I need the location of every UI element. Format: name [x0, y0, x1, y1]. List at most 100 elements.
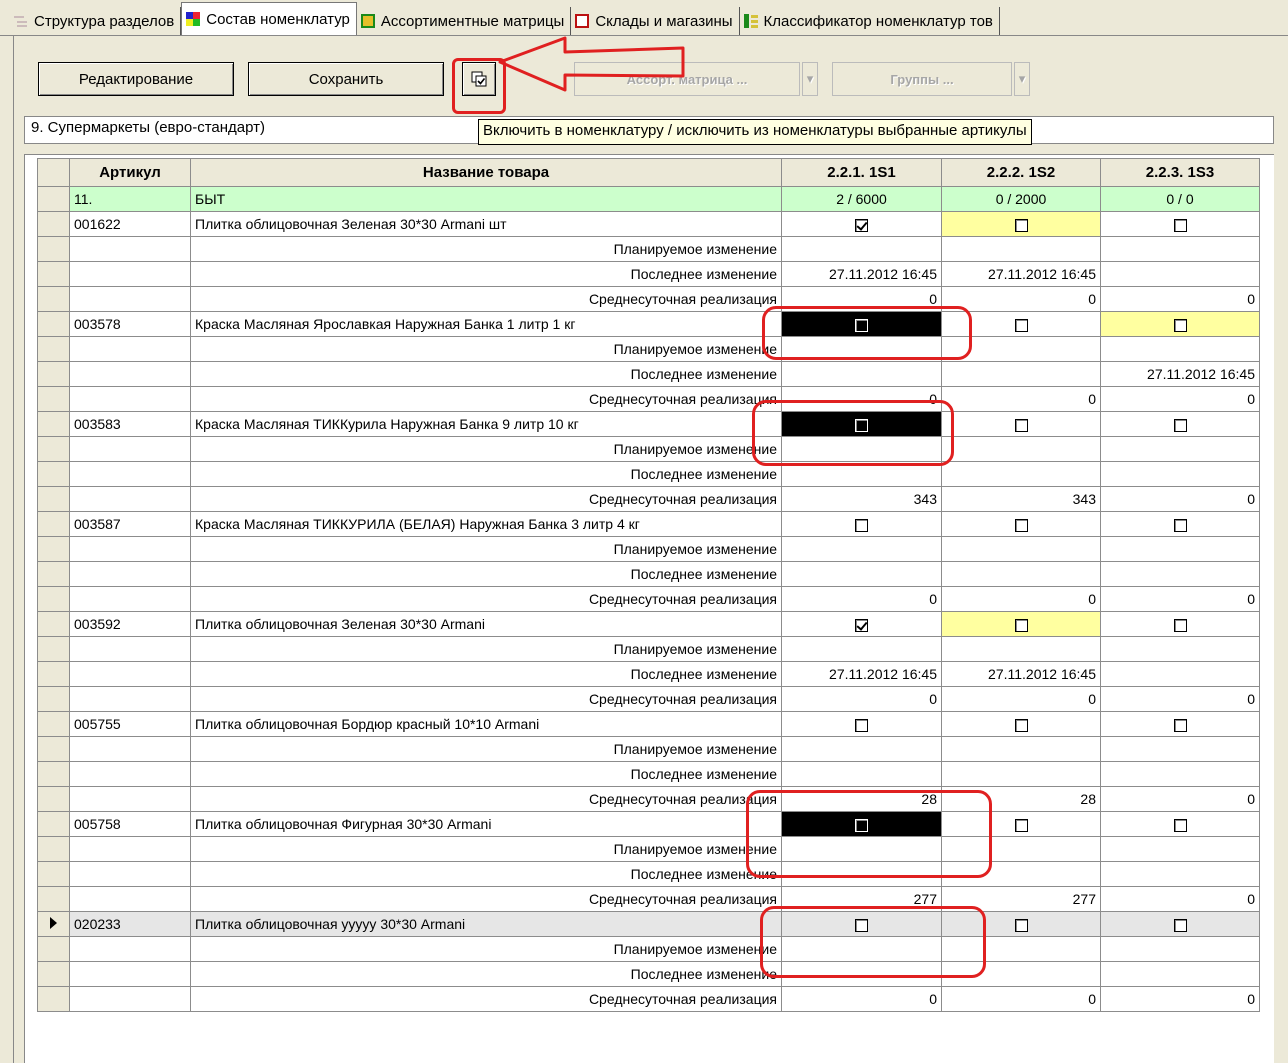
include-checkbox[interactable]: [1173, 518, 1187, 532]
include-cell-store3[interactable]: [1100, 811, 1260, 837]
item-row[interactable]: 001622 Плитка облицовочная Зеленая 30*30 …: [37, 211, 1260, 237]
include-cell-store2[interactable]: [941, 511, 1101, 537]
row-indicator[interactable]: [37, 811, 70, 837]
col-header-code[interactable]: Артикул: [69, 158, 191, 187]
row-indicator[interactable]: [37, 311, 70, 337]
row-indicator[interactable]: [37, 586, 70, 612]
include-checkbox[interactable]: [855, 218, 868, 232]
item-row[interactable]: 003587 Краска Масляная ТИККУРИЛА (БЕЛАЯ) …: [37, 511, 1260, 537]
tab-classifier[interactable]: Классификатор номенклатур тов: [740, 7, 1000, 35]
row-indicator[interactable]: [37, 336, 70, 362]
group-row[interactable]: 11. БЫТ 2 / 6000 0 / 2000 0 / 0: [37, 186, 1260, 212]
include-checkbox[interactable]: [855, 918, 868, 932]
include-checkbox[interactable]: [855, 718, 868, 732]
item-row[interactable]: 005755 Плитка облицовочная Бордюр красный…: [37, 711, 1260, 737]
row-indicator[interactable]: [37, 861, 70, 887]
row-indicator[interactable]: [37, 986, 70, 1012]
item-row[interactable]: 003583 Краска Масляная ТИККурила Наружная…: [37, 411, 1260, 437]
row-indicator[interactable]: [37, 386, 70, 412]
include-cell-store3[interactable]: [1100, 611, 1260, 637]
include-cell-store1[interactable]: [781, 311, 942, 337]
include-cell-store1[interactable]: [781, 711, 942, 737]
include-checkbox[interactable]: [855, 418, 868, 432]
include-checkbox[interactable]: [1173, 418, 1187, 432]
row-indicator[interactable]: [37, 486, 70, 512]
include-checkbox[interactable]: [1173, 918, 1187, 932]
include-checkbox[interactable]: [1014, 718, 1028, 732]
include-checkbox[interactable]: [855, 618, 868, 632]
row-indicator[interactable]: [37, 511, 70, 537]
include-cell-store2[interactable]: [941, 311, 1101, 337]
chevron-down-icon[interactable]: ▾: [802, 62, 818, 96]
include-cell-store2[interactable]: [941, 411, 1101, 437]
item-row[interactable]: 005758 Плитка облицовочная Фигурная 30*30…: [37, 811, 1260, 837]
row-indicator[interactable]: [37, 261, 70, 287]
item-row[interactable]: 020233 Плитка облицовочная ууууу 30*30 Ar…: [37, 911, 1260, 937]
tab-matrix[interactable]: Ассортиментные матрицы: [357, 7, 572, 35]
include-cell-store1[interactable]: [781, 511, 942, 537]
include-cell-store3[interactable]: [1100, 911, 1260, 937]
col-header-name[interactable]: Название товара: [190, 158, 782, 187]
include-checkbox[interactable]: [855, 318, 868, 332]
include-checkbox[interactable]: [1014, 318, 1028, 332]
include-checkbox[interactable]: [1014, 818, 1028, 832]
include-cell-store1[interactable]: [781, 911, 942, 937]
include-checkbox[interactable]: [1014, 918, 1028, 932]
include-checkbox[interactable]: [855, 818, 868, 832]
row-indicator[interactable]: [37, 686, 70, 712]
row-indicator[interactable]: [37, 886, 70, 912]
include-cell-store1[interactable]: [781, 811, 942, 837]
row-indicator[interactable]: [37, 961, 70, 987]
row-indicator[interactable]: [37, 436, 70, 462]
col-header-store1[interactable]: 2.2.1. 1S1: [781, 158, 942, 187]
col-header-store3[interactable]: 2.2.3. 1S3: [1100, 158, 1260, 187]
row-indicator[interactable]: [37, 561, 70, 587]
include-cell-store3[interactable]: [1100, 411, 1260, 437]
row-indicator[interactable]: [37, 236, 70, 262]
row-indicator[interactable]: [37, 211, 70, 237]
include-checkbox[interactable]: [1014, 518, 1028, 532]
include-cell-store2[interactable]: [941, 211, 1101, 237]
edit-button[interactable]: Редактирование: [38, 62, 234, 96]
include-cell-store1[interactable]: [781, 411, 942, 437]
row-indicator[interactable]: [37, 836, 70, 862]
row-indicator[interactable]: [37, 911, 70, 937]
row-indicator[interactable]: [37, 636, 70, 662]
matrix-combo[interactable]: Ассорт. матрица ...: [574, 62, 800, 96]
include-checkbox[interactable]: [1014, 618, 1028, 632]
row-indicator[interactable]: [37, 411, 70, 437]
tab-stores[interactable]: Склады и магазины: [571, 7, 740, 35]
include-checkbox[interactable]: [855, 518, 868, 532]
row-indicator[interactable]: [37, 461, 70, 487]
row-indicator[interactable]: [37, 761, 70, 787]
row-indicator[interactable]: [37, 661, 70, 687]
include-cell-store3[interactable]: [1100, 311, 1260, 337]
include-checkbox[interactable]: [1014, 418, 1028, 432]
include-checkbox[interactable]: [1173, 618, 1187, 632]
item-row[interactable]: 003578 Краска Масляная Ярославкая Наружна…: [37, 311, 1260, 337]
include-cell-store2[interactable]: [941, 911, 1101, 937]
include-cell-store3[interactable]: [1100, 711, 1260, 737]
col-header-store2[interactable]: 2.2.2. 1S2: [941, 158, 1101, 187]
chevron-down-icon[interactable]: ▾: [1014, 62, 1030, 96]
include-cell-store2[interactable]: [941, 811, 1101, 837]
row-indicator[interactable]: [37, 936, 70, 962]
tab-structure[interactable]: Структура разделов: [10, 7, 182, 35]
row-indicator[interactable]: [37, 186, 70, 212]
include-cell-store2[interactable]: [941, 711, 1101, 737]
include-cell-store2[interactable]: [941, 611, 1101, 637]
row-indicator[interactable]: [37, 786, 70, 812]
include-checkbox[interactable]: [1014, 218, 1028, 232]
save-button[interactable]: Сохранить: [248, 62, 444, 96]
item-row[interactable]: 003592 Плитка облицовочная Зеленая 30*30 …: [37, 611, 1260, 637]
row-indicator[interactable]: [37, 611, 70, 637]
include-cell-store3[interactable]: [1100, 511, 1260, 537]
include-checkbox[interactable]: [1173, 318, 1187, 332]
row-indicator[interactable]: [37, 361, 70, 387]
row-indicator[interactable]: [37, 536, 70, 562]
include-checkbox[interactable]: [1173, 218, 1187, 232]
row-indicator[interactable]: [37, 711, 70, 737]
groups-combo[interactable]: Группы ...: [832, 62, 1012, 96]
row-indicator[interactable]: [37, 286, 70, 312]
row-indicator[interactable]: [37, 736, 70, 762]
